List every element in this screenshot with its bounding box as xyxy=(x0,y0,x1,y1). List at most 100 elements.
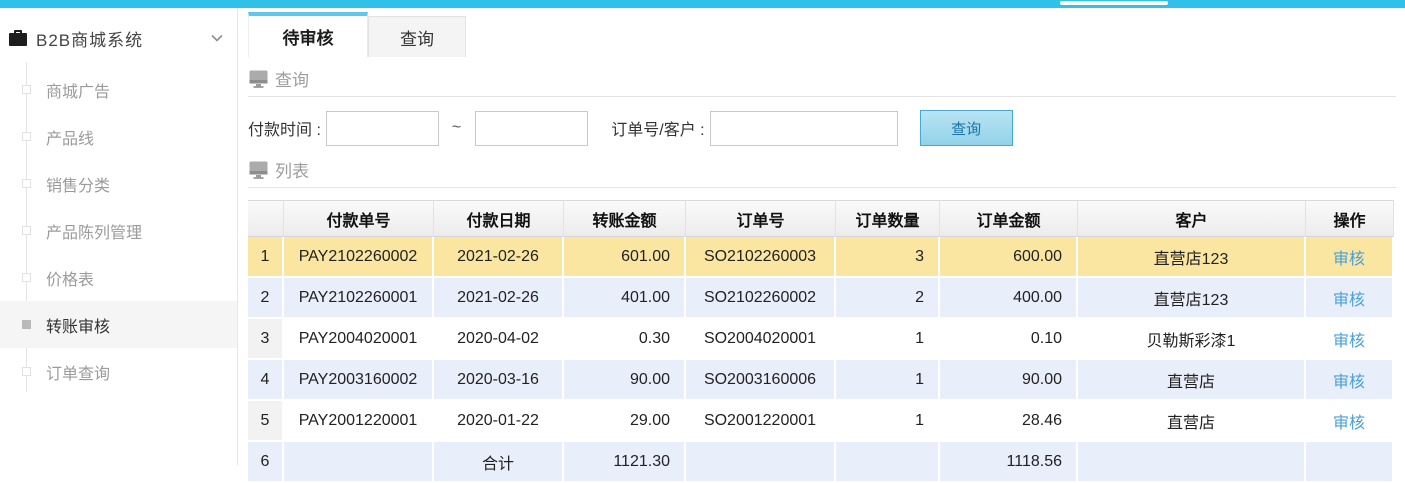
col-action: 操作 xyxy=(1306,200,1394,237)
sidebar-item-label: 转账审核 xyxy=(46,313,110,337)
order-customer-input[interactable] xyxy=(710,111,898,146)
monitor-icon xyxy=(249,70,268,88)
pay-no-cell: PAY2102260002 xyxy=(284,237,434,278)
tree-node-icon xyxy=(22,132,31,141)
transfer-amount-cell: 401.00 xyxy=(564,278,686,319)
sidebar-item-label: 产品线 xyxy=(46,125,94,149)
tab-query[interactable]: 查询 xyxy=(368,16,466,57)
col-order-no: 订单号 xyxy=(686,200,836,237)
col-index xyxy=(248,200,284,237)
chevron-down-icon[interactable] xyxy=(211,34,223,42)
order-total-cell: 1118.56 xyxy=(940,442,1078,483)
tree-node-icon xyxy=(22,179,31,188)
order-qty-cell: 1 xyxy=(836,360,940,401)
main-layout: B2B商城系统 商城广告 产品线 销售分类 产品陈列管理 价格表 转账审核 订单… xyxy=(0,8,1405,465)
tree-node-icon xyxy=(22,226,31,235)
row-index: 5 xyxy=(248,401,284,442)
topbar-highlight xyxy=(1060,1,1168,5)
order-no-cell: SO2102260002 xyxy=(686,278,836,319)
sidebar-item-label: 商城广告 xyxy=(46,78,110,102)
list-section-header: 列表 xyxy=(249,157,1396,182)
pay-date-cell: 2021-02-26 xyxy=(434,237,564,278)
date-from-input[interactable] xyxy=(326,111,439,146)
sidebar-item-label: 销售分类 xyxy=(46,172,110,196)
order-qty-cell: 1 xyxy=(836,319,940,360)
query-form: 付款时间 : ~ 订单号/客户 : 查询 xyxy=(248,110,1396,146)
range-separator: ~ xyxy=(452,119,461,137)
transfer-amount-cell: 601.00 xyxy=(564,237,686,278)
pay-date-cell: 2020-03-16 xyxy=(434,360,564,401)
order-qty-cell: 2 xyxy=(836,278,940,319)
col-transfer-amount: 转账金额 xyxy=(564,200,686,237)
tree-node-icon xyxy=(22,367,31,376)
order-qty-cell: 3 xyxy=(836,237,940,278)
customer-cell: 贝勒斯彩漆1 xyxy=(1078,319,1306,360)
tree-node-icon xyxy=(22,273,31,282)
sidebar-item-sales-category[interactable]: 销售分类 xyxy=(0,160,237,207)
audit-link[interactable]: 审核 xyxy=(1333,292,1365,309)
date-to-input[interactable] xyxy=(475,111,588,146)
search-button[interactable]: 查询 xyxy=(920,110,1013,146)
order-amount-cell: 0.10 xyxy=(940,319,1078,360)
sidebar-item-order-query[interactable]: 订单查询 xyxy=(0,348,237,395)
table-header-row: 付款单号 付款日期 转账金额 订单号 订单数量 订单金额 客户 操作 xyxy=(248,200,1394,237)
transfer-amount-cell: 0.30 xyxy=(564,319,686,360)
sidebar-header[interactable]: B2B商城系统 xyxy=(0,20,237,56)
section-divider xyxy=(248,187,1396,188)
audit-link[interactable]: 审核 xyxy=(1333,374,1365,391)
list-section-title: 列表 xyxy=(275,157,309,182)
empty-cell xyxy=(1306,442,1394,483)
col-order-qty: 订单数量 xyxy=(836,200,940,237)
table-row[interactable]: 5 PAY2001220001 2020-01-22 29.00 SO20012… xyxy=(248,401,1394,442)
transfer-amount-cell: 29.00 xyxy=(564,401,686,442)
order-amount-cell: 400.00 xyxy=(940,278,1078,319)
order-no-cell: SO2102260003 xyxy=(686,237,836,278)
table-row[interactable]: 1 PAY2102260002 2021-02-26 601.00 SO2102… xyxy=(248,237,1394,278)
pay-no-cell: PAY2004020001 xyxy=(284,319,434,360)
sidebar-item-price-list[interactable]: 价格表 xyxy=(0,254,237,301)
total-label-cell: 合计 xyxy=(434,442,564,483)
pay-no-cell: PAY2102260001 xyxy=(284,278,434,319)
empty-cell xyxy=(284,442,434,483)
tab-pending-audit[interactable]: 待审核 xyxy=(248,12,368,57)
col-customer: 客户 xyxy=(1078,200,1306,237)
tree-node-icon xyxy=(22,85,31,94)
sidebar-item-product-display[interactable]: 产品陈列管理 xyxy=(0,207,237,254)
sidebar-menu: 商城广告 产品线 销售分类 产品陈列管理 价格表 转账审核 订单查询 xyxy=(0,66,237,395)
tab-bar: 待审核 查询 xyxy=(248,12,1396,57)
empty-cell xyxy=(1078,442,1306,483)
sidebar-item-product-line[interactable]: 产品线 xyxy=(0,113,237,160)
col-pay-no: 付款单号 xyxy=(284,200,434,237)
transfer-amount-cell: 90.00 xyxy=(564,360,686,401)
table-row[interactable]: 2 PAY2102260001 2021-02-26 401.00 SO2102… xyxy=(248,278,1394,319)
sidebar-title: B2B商城系统 xyxy=(36,26,143,51)
top-accent-bar xyxy=(0,0,1405,8)
customer-cell: 直营店 xyxy=(1078,360,1306,401)
order-no-cell: SO2001220001 xyxy=(686,401,836,442)
sidebar-item-mall-ads[interactable]: 商城广告 xyxy=(0,66,237,113)
order-customer-label: 订单号/客户 : xyxy=(611,116,704,140)
sidebar-item-label: 价格表 xyxy=(46,266,94,290)
tree-node-icon xyxy=(22,320,31,329)
table-row[interactable]: 4 PAY2003160002 2020-03-16 90.00 SO20031… xyxy=(248,360,1394,401)
pay-no-cell: PAY2003160002 xyxy=(284,360,434,401)
audit-link[interactable]: 审核 xyxy=(1333,251,1365,268)
row-index: 1 xyxy=(248,237,284,278)
sidebar-item-transfer-audit[interactable]: 转账审核 xyxy=(0,301,237,348)
col-order-amount: 订单金额 xyxy=(940,200,1078,237)
sidebar-item-label: 产品陈列管理 xyxy=(46,219,142,243)
order-amount-cell: 28.46 xyxy=(940,401,1078,442)
audit-link[interactable]: 审核 xyxy=(1333,333,1365,350)
table-row[interactable]: 3 PAY2004020001 2020-04-02 0.30 SO200402… xyxy=(248,319,1394,360)
order-no-cell: SO2003160006 xyxy=(686,360,836,401)
query-section-title: 查询 xyxy=(275,66,309,91)
order-amount-cell: 90.00 xyxy=(940,360,1078,401)
audit-link[interactable]: 审核 xyxy=(1333,415,1365,432)
empty-cell xyxy=(836,442,940,483)
monitor-icon xyxy=(249,161,268,179)
col-pay-date: 付款日期 xyxy=(434,200,564,237)
row-index: 2 xyxy=(248,278,284,319)
query-section-header: 查询 xyxy=(249,66,1396,91)
sidebar: B2B商城系统 商城广告 产品线 销售分类 产品陈列管理 价格表 转账审核 订单… xyxy=(0,8,238,465)
customer-cell: 直营店123 xyxy=(1078,278,1306,319)
